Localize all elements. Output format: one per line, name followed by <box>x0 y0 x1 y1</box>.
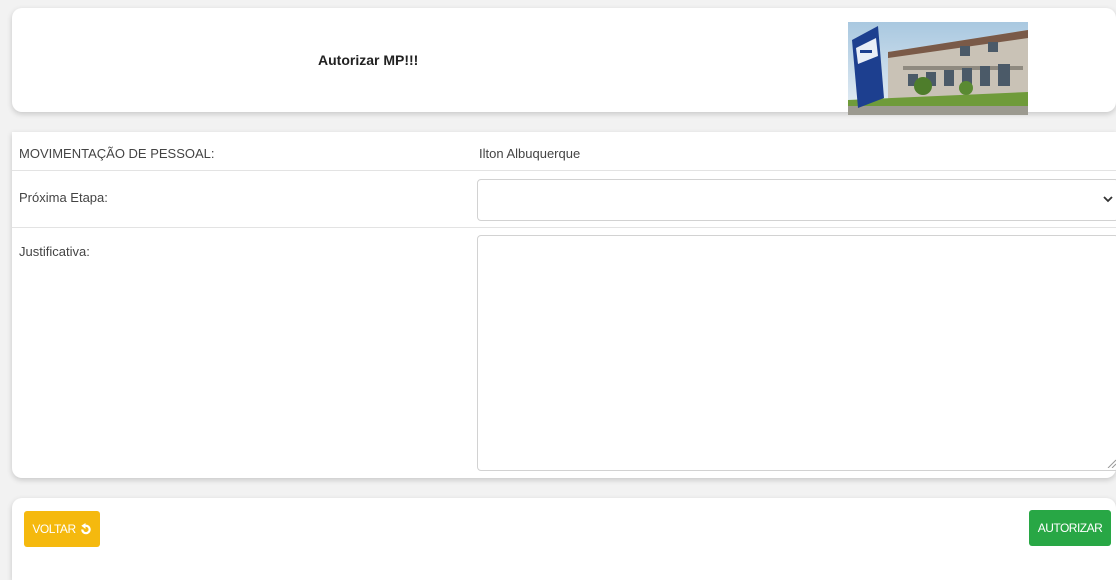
undo-icon <box>80 522 91 534</box>
movement-label: MOVIMENTAÇÃO DE PESSOAL: <box>19 146 215 161</box>
row-divider <box>12 170 1116 171</box>
resize-grip-icon[interactable] <box>1106 458 1116 468</box>
header-card: Autorizar MP!!! <box>12 8 1116 115</box>
chevron-down-icon <box>1103 196 1113 203</box>
next-step-select[interactable] <box>477 179 1116 221</box>
row-divider <box>12 227 1116 228</box>
employee-name: Ilton Albuquerque <box>479 146 581 161</box>
authorize-button-label: AUTORIZAR <box>1037 521 1103 535</box>
back-button-label: VOLTAR <box>32 522 76 536</box>
building-photo-icon <box>848 22 1028 115</box>
back-button[interactable]: VOLTAR <box>24 511 100 547</box>
form-card: MOVIMENTAÇÃO DE PESSOAL: Ilton Albuquerq… <box>12 132 1116 478</box>
action-card: VOLTAR AUTORIZAR <box>12 498 1116 580</box>
header-building-image <box>848 22 1028 115</box>
justification-textarea[interactable] <box>477 235 1116 471</box>
justification-label: Justificativa: <box>19 244 90 259</box>
page-title: Autorizar MP!!! <box>318 52 419 68</box>
next-step-label: Próxima Etapa: <box>19 190 108 205</box>
authorize-button[interactable]: AUTORIZAR <box>1029 510 1111 546</box>
